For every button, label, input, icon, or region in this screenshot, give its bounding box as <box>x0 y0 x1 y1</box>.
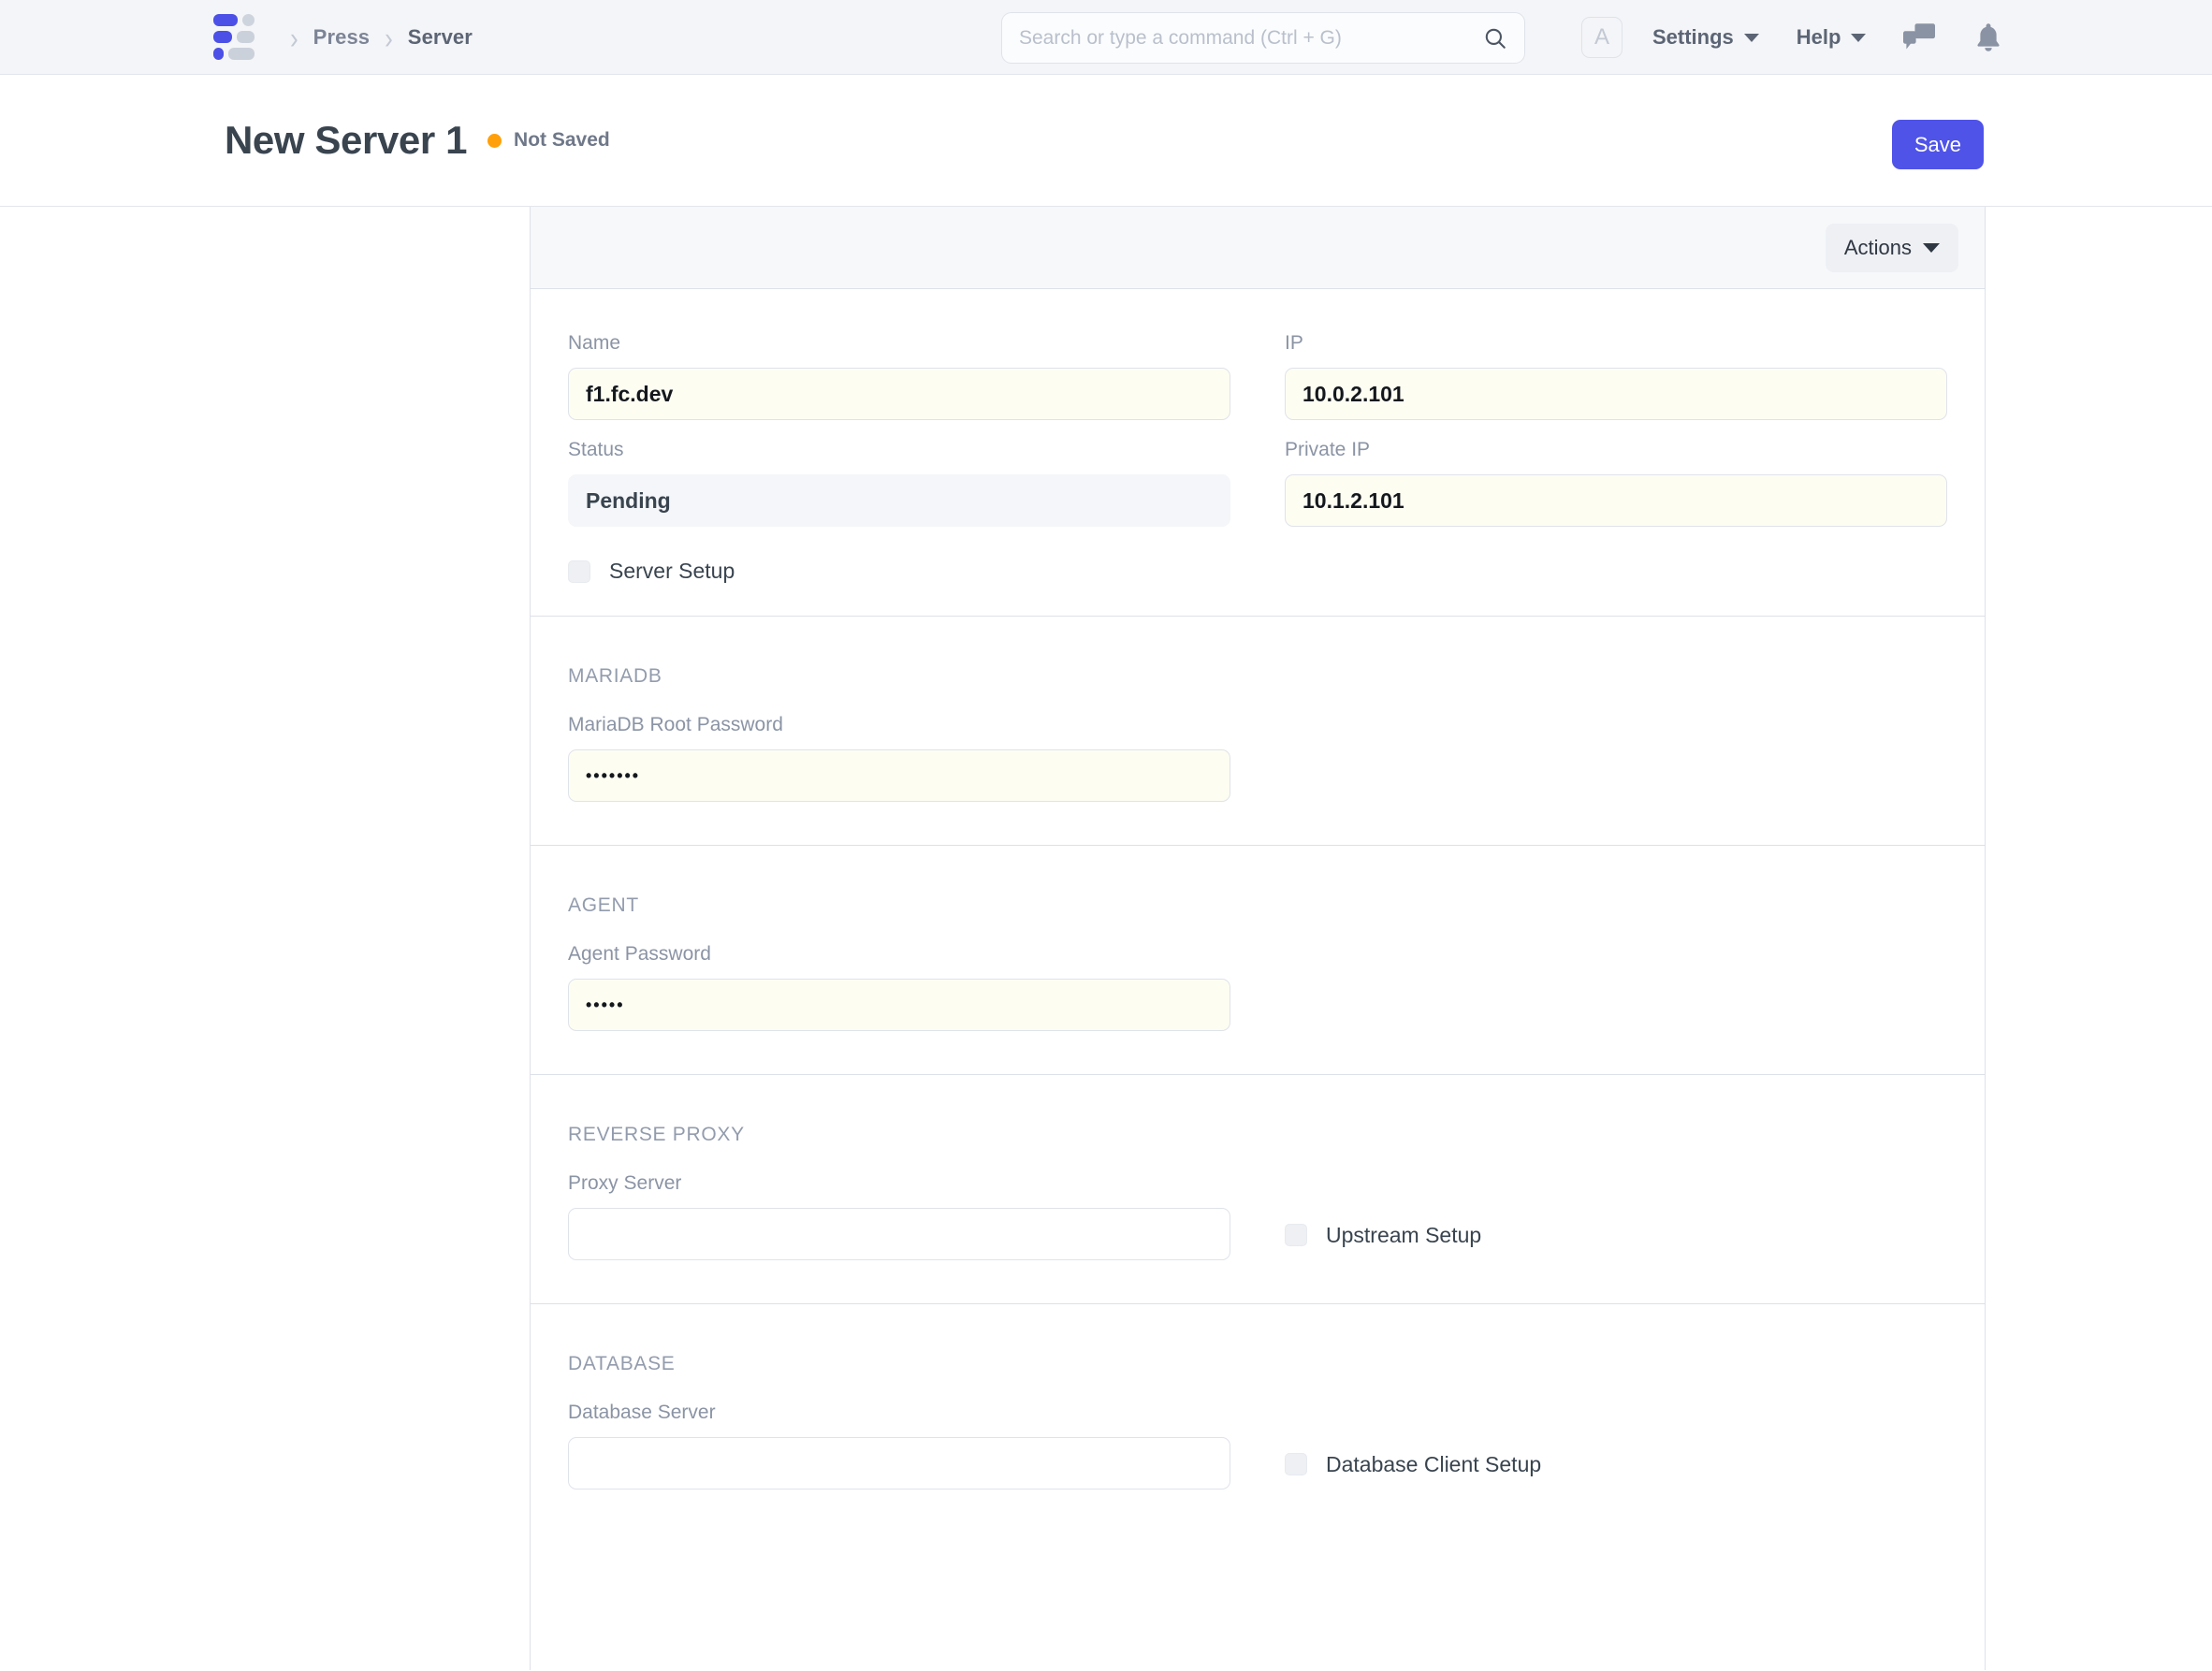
field-status: Status <box>568 420 1230 527</box>
field-mariadb-root-password: MariaDB Root Password <box>568 688 1230 802</box>
field-label-ip: IP <box>1285 332 1947 355</box>
search-icon[interactable] <box>1483 26 1507 51</box>
server-setup-checkbox[interactable] <box>568 560 590 583</box>
frappe-logo-icon[interactable] <box>213 17 255 58</box>
checkbox-row-server-setup[interactable]: Server Setup <box>568 527 1230 588</box>
settings-menu-label: Settings <box>1652 25 1734 50</box>
agent-password-input[interactable] <box>568 979 1230 1031</box>
chevron-down-icon <box>1851 34 1866 42</box>
proxy-server-input[interactable] <box>568 1208 1230 1260</box>
field-label-agent-password: Agent Password <box>568 943 1230 966</box>
checkbox-row-upstream-setup[interactable]: Upstream Setup <box>1285 1146 1947 1260</box>
upstream-setup-label: Upstream Setup <box>1326 1223 1481 1248</box>
field-private-ip: Private IP <box>1285 420 1947 527</box>
search-box[interactable] <box>1001 12 1525 64</box>
field-agent-password: Agent Password <box>568 917 1230 1031</box>
field-name: Name <box>568 289 1230 420</box>
section-main: Name IP Status Private IP Serve <box>531 289 1985 617</box>
name-input[interactable] <box>568 368 1230 420</box>
title-row: New Server 1 Not Saved <box>225 118 610 163</box>
chat-icon[interactable] <box>1903 23 1935 51</box>
field-proxy-server: Proxy Server <box>568 1146 1230 1260</box>
status-label: Not Saved <box>514 129 610 152</box>
section-reverse-proxy: REVERSE PROXY Proxy Server Upstream Setu… <box>531 1075 1985 1304</box>
search-container <box>1001 12 1525 64</box>
section-title-agent: AGENT <box>568 846 1947 917</box>
checkbox-row-database-client-setup[interactable]: Database Client Setup <box>1285 1375 1947 1489</box>
field-label-status: Status <box>568 439 1230 461</box>
actions-button[interactable]: Actions <box>1826 224 1958 272</box>
section-title-reverse-proxy: REVERSE PROXY <box>568 1075 1947 1146</box>
bell-icon[interactable] <box>1974 22 2002 52</box>
chevron-down-icon <box>1923 243 1940 253</box>
page-header: New Server 1 Not Saved Save <box>0 75 2212 207</box>
help-menu[interactable]: Help <box>1797 25 1867 50</box>
chevron-right-icon: › <box>275 22 313 52</box>
field-database-server: Database Server <box>568 1375 1230 1489</box>
actions-button-label: Actions <box>1844 236 1912 260</box>
section-mariadb: MARIADB MariaDB Root Password <box>531 617 1985 846</box>
actions-bar: Actions <box>531 207 1985 289</box>
database-client-setup-checkbox[interactable] <box>1285 1453 1307 1475</box>
section-database: DATABASE Database Server Database Client… <box>531 1304 1985 1533</box>
content-area: Actions Name IP Status P <box>0 207 2212 1670</box>
status-dot-icon <box>488 134 502 148</box>
field-label-proxy-server: Proxy Server <box>568 1172 1230 1195</box>
save-button[interactable]: Save <box>1892 120 1984 169</box>
field-label-mariadb-root-password: MariaDB Root Password <box>568 714 1230 736</box>
field-label-database-server: Database Server <box>568 1402 1230 1424</box>
server-setup-label: Server Setup <box>609 559 735 584</box>
database-client-setup-label: Database Client Setup <box>1326 1452 1541 1477</box>
database-server-input[interactable] <box>568 1437 1230 1489</box>
mariadb-root-password-input[interactable] <box>568 749 1230 802</box>
top-navbar: › Press › Server A Settings Help <box>0 0 2212 75</box>
section-agent: AGENT Agent Password <box>531 846 1985 1075</box>
breadcrumb-item-server[interactable]: Server <box>408 25 473 50</box>
private-ip-input[interactable] <box>1285 474 1947 527</box>
page-title: New Server 1 <box>225 118 467 163</box>
breadcrumb-item-press[interactable]: Press <box>313 25 370 50</box>
avatar[interactable]: A <box>1581 17 1623 58</box>
settings-menu[interactable]: Settings <box>1652 25 1759 50</box>
form-container: Actions Name IP Status P <box>530 207 1986 1670</box>
field-label-name: Name <box>568 332 1230 355</box>
ip-input[interactable] <box>1285 368 1947 420</box>
navbar-right-group: A Settings Help <box>1581 0 2042 75</box>
status-badge: Not Saved <box>488 129 610 152</box>
chevron-down-icon <box>1744 34 1759 42</box>
upstream-setup-checkbox[interactable] <box>1285 1224 1307 1246</box>
status-input <box>568 474 1230 527</box>
help-menu-label: Help <box>1797 25 1841 50</box>
breadcrumb: › Press › Server <box>213 17 473 58</box>
search-input[interactable] <box>1019 27 1483 50</box>
field-label-private-ip: Private IP <box>1285 439 1947 461</box>
section-title-database: DATABASE <box>568 1304 1947 1375</box>
chevron-right-icon: › <box>370 22 408 52</box>
field-ip: IP <box>1285 289 1947 420</box>
section-title-mariadb: MARIADB <box>568 617 1947 688</box>
